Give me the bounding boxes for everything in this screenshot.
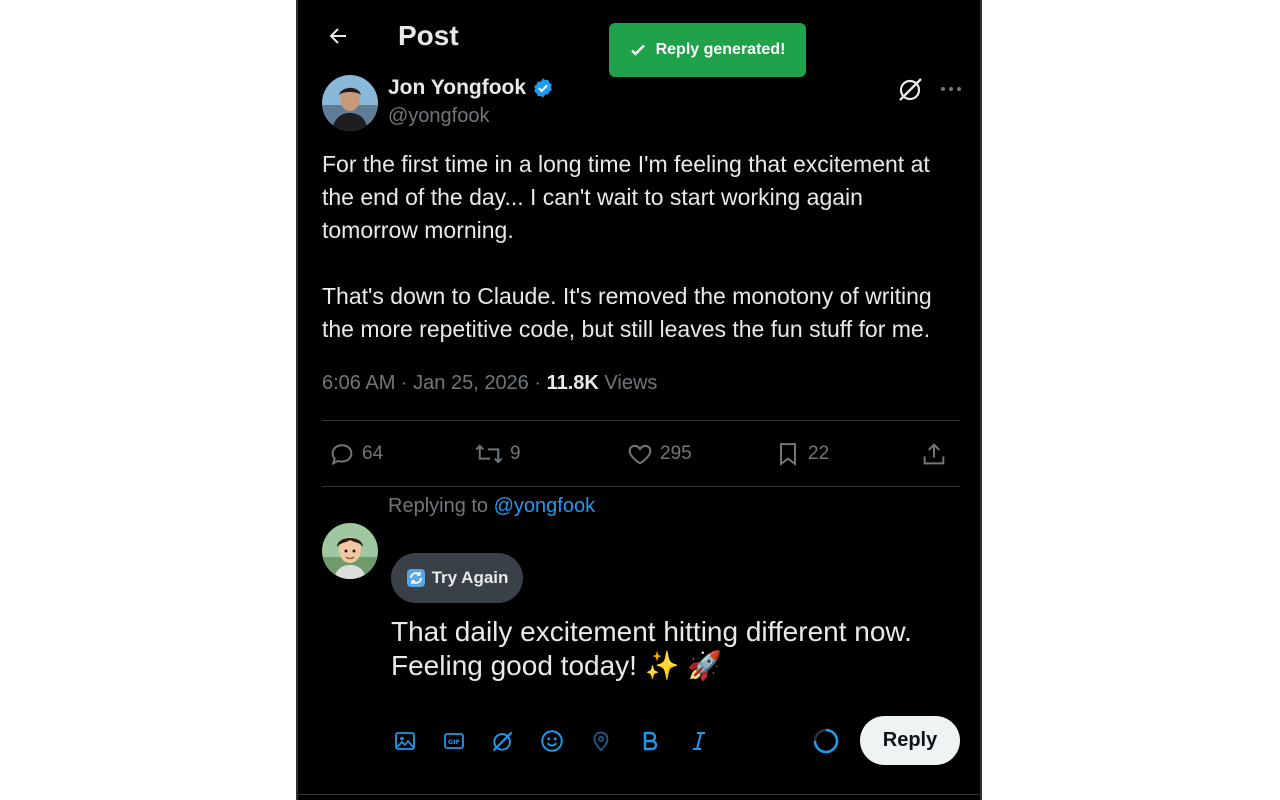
- page-title: Post: [398, 20, 459, 51]
- like-count: 295: [660, 443, 692, 464]
- repost-count: 9: [510, 443, 521, 464]
- post-paragraph: For the first time in a long time I'm fe…: [322, 151, 930, 243]
- refresh-icon: [406, 569, 425, 587]
- author-avatar[interactable]: [322, 75, 378, 131]
- author-handle[interactable]: @yongfook: [388, 103, 489, 129]
- user-avatar-illustration: [322, 523, 378, 579]
- user-avatar[interactable]: [322, 523, 378, 579]
- svg-text:GIF: GIF: [448, 738, 460, 746]
- divider: [322, 420, 960, 421]
- media-icon[interactable]: [390, 726, 420, 756]
- post-meta: 6:06 AM · Jan 25, 2026 · 11.8K Views: [322, 370, 657, 396]
- author-name-text: Jon Yongfook: [388, 76, 527, 99]
- reply-count: 64: [362, 443, 384, 464]
- back-button[interactable]: [320, 18, 356, 54]
- replying-to: Replying to @yongfook: [388, 493, 595, 519]
- author-name[interactable]: Jon Yongfook: [388, 74, 554, 102]
- like-action[interactable]: 295: [626, 432, 692, 476]
- more-options-icon[interactable]: [936, 74, 966, 104]
- reply-submit-button[interactable]: Reply: [860, 716, 960, 765]
- post-timestamp[interactable]: 6:06 AM · Jan 25, 2026 ·: [322, 372, 547, 394]
- reply-action[interactable]: 64: [328, 432, 383, 476]
- arrow-left-icon: [329, 28, 346, 44]
- reply-text-line: Feeling good today! ✨ 🚀: [391, 650, 723, 681]
- reply-text-input[interactable]: That daily excitement hitting different …: [391, 615, 971, 683]
- try-again-button[interactable]: Try Again: [391, 553, 523, 603]
- divider: [298, 794, 980, 795]
- grok-icon[interactable]: [896, 74, 926, 104]
- replying-to-handle[interactable]: @yongfook: [494, 495, 595, 517]
- italic-icon[interactable]: [684, 726, 714, 756]
- repost-action[interactable]: 9: [474, 432, 521, 476]
- bold-icon[interactable]: [635, 726, 665, 756]
- checkmark-icon: [630, 44, 645, 56]
- post-paragraph: That's down to Claude. It's removed the …: [322, 283, 932, 342]
- reply-generated-toast: Reply generated!: [609, 23, 806, 77]
- toast-text: Reply generated!: [655, 41, 786, 58]
- post-text: For the first time in a long time I'm fe…: [322, 148, 962, 346]
- author-photo: [322, 75, 378, 131]
- post-action-bar: 64 9 295 22: [322, 432, 960, 476]
- bookmark-icon: [780, 443, 796, 466]
- views-count: 11.8K: [546, 372, 599, 394]
- gif-icon[interactable]: GIF: [439, 726, 469, 756]
- repost-icon: [475, 444, 503, 464]
- location-icon[interactable]: [586, 726, 616, 756]
- grok-compose-icon[interactable]: [488, 726, 518, 756]
- share-icon: [923, 443, 945, 465]
- verified-badge-icon: [534, 78, 552, 98]
- emoji-icon[interactable]: [537, 726, 567, 756]
- divider: [322, 486, 960, 487]
- replying-to-label: Replying to: [388, 495, 489, 517]
- share-action[interactable]: [920, 432, 948, 476]
- bookmark-count: 22: [808, 443, 830, 464]
- views-label: Views: [604, 372, 658, 394]
- character-progress-icon: [812, 727, 840, 755]
- try-again-label: Try Again: [431, 568, 509, 587]
- bookmark-action[interactable]: 22: [774, 432, 829, 476]
- reply-text-line: That daily excitement hitting different …: [391, 616, 912, 647]
- post-panel: Post Reply generated! Jon Yongfook @yong…: [296, 0, 982, 800]
- heart-icon: [628, 444, 652, 465]
- reply-bubble-icon: [331, 444, 353, 466]
